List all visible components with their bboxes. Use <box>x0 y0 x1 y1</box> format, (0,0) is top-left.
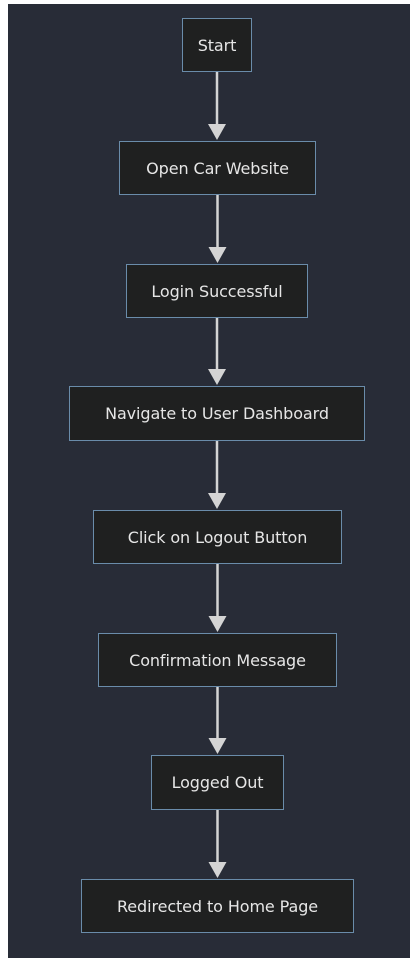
node-navigate-to-user-dashboard: Navigate to User Dashboard <box>69 386 365 441</box>
arrowhead-icon <box>208 862 227 878</box>
arrowhead-icon <box>208 738 227 754</box>
node-logged-out: Logged Out <box>151 755 284 810</box>
node-start: Start <box>182 18 252 72</box>
edge-arrow <box>208 441 226 509</box>
edge-arrow <box>208 72 226 140</box>
edge-arrow <box>208 810 227 878</box>
arrowhead-icon <box>208 247 227 263</box>
node-open-car-website: Open Car Website <box>119 141 316 195</box>
arrowhead-icon <box>208 369 226 385</box>
flowchart-canvas: Start Open Car Website Login Successful … <box>8 4 410 958</box>
arrowhead-icon <box>208 124 226 140</box>
node-confirmation-message: Confirmation Message <box>98 633 337 687</box>
edge-arrow <box>208 318 226 385</box>
arrowhead-icon <box>208 616 227 632</box>
edge-arrow <box>208 687 227 754</box>
node-login-successful: Login Successful <box>126 264 308 318</box>
node-click-on-logout-button: Click on Logout Button <box>93 510 342 564</box>
node-redirected-to-home-page: Redirected to Home Page <box>81 879 354 933</box>
edge-arrow <box>208 195 227 263</box>
edge-arrow <box>208 564 227 632</box>
arrowhead-icon <box>208 493 226 509</box>
